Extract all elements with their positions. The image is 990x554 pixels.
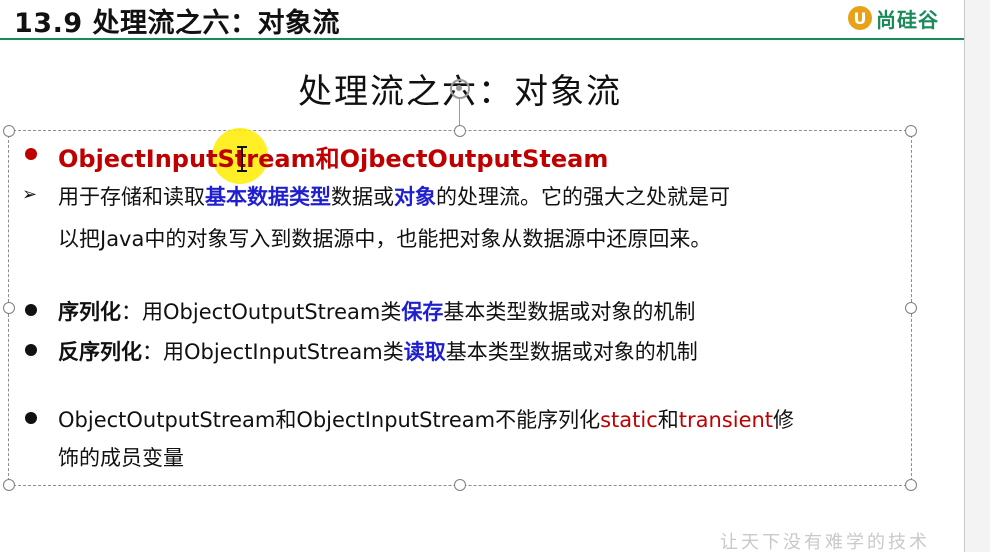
bullet-icon <box>25 344 37 356</box>
deserialization-text-a: ：用ObjectInputStream类 <box>142 340 404 364</box>
desc-text-c: 数据或 <box>331 185 394 209</box>
deserialization-label: 反序列化 <box>58 340 142 364</box>
resize-handle-top-left[interactable] <box>3 125 15 137</box>
desc-keyword-object: 对象 <box>394 185 436 209</box>
text-cursor-icon <box>237 146 247 172</box>
header-bar: 13.9 处理流之六：对象流 U 尚硅谷 <box>0 0 990 40</box>
deserialization-line: 反序列化：用ObjectInputStream类读取基本类型数据或对象的机制 <box>58 336 698 366</box>
logo-text: 尚硅谷 <box>876 7 939 32</box>
rotate-handle-stem <box>459 97 460 127</box>
note-text-a: ObjectOutputStream和ObjectInputStream不能序列… <box>58 408 601 432</box>
note-text-c: 修 <box>773 408 795 432</box>
bullet-icon <box>25 412 37 424</box>
description-line-2: 以把Java中的对象写入到数据源中，也能把对象从数据源中还原回来。 <box>58 227 712 251</box>
desc-keyword-datatype: 基本数据类型 <box>205 185 331 209</box>
serialization-text-a: ：用ObjectOutputStream类 <box>121 300 402 324</box>
serialization-label: 序列化 <box>58 300 121 324</box>
serialization-line: 序列化：用ObjectOutputStream类保存基本类型数据或对象的机制 <box>58 296 695 326</box>
resize-handle-top-right[interactable] <box>905 125 917 137</box>
header-divider <box>0 38 964 40</box>
resize-handle-bottom-right[interactable] <box>905 479 917 491</box>
note-text-b: 和 <box>657 408 679 432</box>
heading-part-1: ObjectInputStream <box>58 145 316 173</box>
logo-mark-icon: U <box>848 6 872 30</box>
heading-line: ObjectInputStream和OjbectOutputSteam <box>58 139 608 174</box>
arrow-right-icon: ➢ <box>22 184 38 205</box>
heading-part-2: 和 <box>315 145 340 173</box>
description-line-1: 用于存储和读取基本数据类型数据或对象的处理流。它的强大之处就是可 <box>58 181 730 211</box>
heading-part-3: OjbectOutputSteam <box>339 145 609 173</box>
resize-handle-top-center[interactable] <box>454 125 466 137</box>
bullet-icon <box>25 304 37 316</box>
brand-logo: U 尚硅谷 <box>848 4 939 32</box>
desc-text-a: 用于存储和读取 <box>58 185 205 209</box>
deserialization-keyword: 读取 <box>403 340 446 364</box>
note-line-2: 饰的成员变量 <box>58 446 184 470</box>
serialization-text-b: 基本类型数据或对象的机制 <box>443 300 696 324</box>
rotate-icon[interactable] <box>450 79 470 99</box>
note-keyword-static: static <box>600 408 658 432</box>
editor-gutter <box>965 0 990 552</box>
header-title: 13.9 处理流之六：对象流 <box>14 8 341 39</box>
watermark: 让天下没有难学的技术 <box>720 532 930 553</box>
resize-handle-bottom-left[interactable] <box>3 479 15 491</box>
resize-handle-bottom-center[interactable] <box>454 479 466 491</box>
serialization-keyword: 保存 <box>401 300 444 324</box>
bullet-icon <box>25 148 37 160</box>
desc-text-e: 的处理流。它的强大之处就是可 <box>436 185 730 209</box>
note-line-1: ObjectOutputStream和ObjectInputStream不能序列… <box>58 404 794 434</box>
deserialization-text-b: 基本类型数据或对象的机制 <box>445 340 698 364</box>
resize-handle-middle-left[interactable] <box>3 302 15 314</box>
note-keyword-transient: transient <box>678 408 774 432</box>
resize-handle-middle-right[interactable] <box>905 302 917 314</box>
